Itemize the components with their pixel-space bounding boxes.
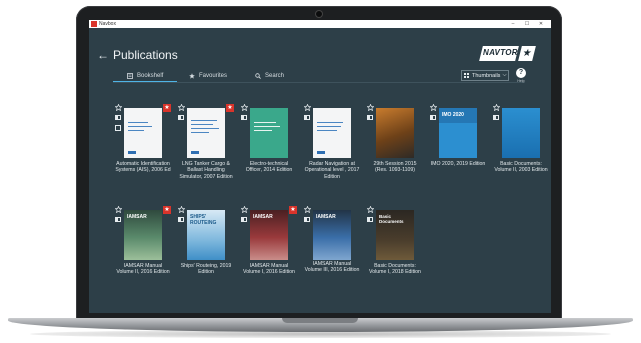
tab-label: Favourites	[199, 73, 228, 79]
app-icon	[91, 21, 97, 27]
tab-label: Bookshelf	[137, 73, 164, 79]
tab-search[interactable]: Search	[255, 70, 284, 82]
open-book-icon[interactable]	[493, 115, 499, 120]
book-cover[interactable]: Basic Documents	[376, 210, 414, 260]
book-caption: Basic Documents: Volume II, 2003 Edition	[494, 161, 548, 174]
copy-icon[interactable]	[115, 125, 121, 131]
book-cover[interactable]	[313, 108, 351, 158]
close-button[interactable]: ✕	[535, 20, 547, 28]
star-outline-icon[interactable]	[115, 206, 122, 213]
book-caption: IAMSAR Manual Volume II, 2016 Edition	[116, 263, 170, 276]
search-icon	[255, 73, 261, 79]
maximize-button[interactable]: ☐	[521, 20, 533, 28]
logo-text: NAVTOR	[483, 48, 518, 57]
book-cover[interactable]: IAMSAR	[313, 210, 351, 260]
open-book-icon[interactable]	[367, 115, 373, 120]
book-cover[interactable]: SHIPS' ROUTEING	[187, 210, 225, 260]
book-caption: IAMSAR Manual Volume I, 2016 Edition	[243, 263, 295, 276]
star-outline-icon[interactable]	[367, 206, 374, 213]
help-icon[interactable]: ?	[516, 68, 526, 78]
webcam	[316, 11, 322, 17]
logo-star-icon: ★	[518, 46, 536, 61]
star-outline-icon[interactable]	[178, 104, 185, 111]
book-cover[interactable]	[250, 108, 288, 158]
star-outline-icon[interactable]	[304, 206, 311, 213]
laptop-notch	[282, 318, 358, 323]
open-book-icon[interactable]	[178, 217, 184, 222]
star-outline-icon[interactable]	[430, 104, 437, 111]
book-cover[interactable]	[376, 108, 414, 158]
back-arrow-icon[interactable]: ←	[97, 48, 109, 62]
minimize-button[interactable]: –	[507, 20, 519, 28]
book-caption: Basic Documents: Volume I, 2018 Edition	[369, 263, 421, 276]
book-cover[interactable]: IMO 2020	[439, 108, 477, 158]
open-book-icon[interactable]	[430, 115, 436, 120]
star-outline-icon[interactable]	[241, 104, 248, 111]
star-outline-icon[interactable]	[178, 206, 185, 213]
book-caption: LNG Tanker Cargo & Ballast Handling Simu…	[179, 161, 233, 180]
cover-title: IAMSAR	[127, 214, 147, 220]
navtor-logo: NAVTOR ★	[479, 46, 536, 61]
view-mode-select[interactable]: Thumbnails ⌵	[461, 70, 509, 81]
open-book-icon[interactable]	[241, 217, 247, 222]
page-title: Publications	[113, 48, 178, 62]
title-bar: Navbox – ☐ ✕	[89, 20, 551, 28]
tab-label: Search	[265, 73, 285, 79]
open-book-icon[interactable]	[115, 115, 121, 120]
star-outline-icon[interactable]	[241, 206, 248, 213]
cover-title: Basic Documents	[379, 214, 404, 224]
book-icon	[127, 73, 133, 79]
book-caption: Electro-technical Officer, 2014 Edition	[245, 161, 293, 174]
open-book-icon[interactable]	[304, 115, 310, 120]
open-book-icon[interactable]	[241, 115, 247, 120]
star-outline-icon[interactable]	[493, 104, 500, 111]
cover-title: IMO 2020	[442, 112, 464, 118]
star-outline-icon[interactable]	[115, 104, 122, 111]
open-book-icon[interactable]	[367, 217, 373, 222]
book-caption: IMO 2020, 2019 Edition	[430, 161, 486, 167]
favourite-badge: ★	[163, 206, 171, 214]
book-caption: 29th Session 2015 (Res. 1093-1109)	[373, 161, 417, 174]
open-book-icon[interactable]	[178, 115, 184, 120]
favourite-badge: ★	[289, 206, 297, 214]
book-cover[interactable]	[187, 108, 225, 158]
book-caption: IAMSAR Manual Volume III, 2016 Edition	[304, 261, 360, 274]
tab-divider	[113, 82, 525, 83]
grid-icon	[464, 73, 470, 78]
cover-title: IAMSAR	[253, 214, 273, 220]
favourite-badge: ★	[163, 104, 171, 112]
app-window: Navbox – ☐ ✕ ← Publications NAVTOR ★ Boo…	[89, 20, 551, 313]
book-caption: Ships' Routeing, 2019 Edition	[180, 263, 232, 276]
book-cover[interactable]: IAMSAR	[124, 210, 162, 260]
star-outline-icon[interactable]	[304, 104, 311, 111]
book-cover[interactable]	[502, 108, 540, 158]
book-caption: Radar Navigation at Operational level , …	[304, 161, 360, 180]
favourite-badge: ★	[226, 104, 234, 112]
star-outline-icon[interactable]	[367, 104, 374, 111]
open-book-icon[interactable]	[304, 217, 310, 222]
app-name: Navbox	[99, 21, 116, 27]
cover-title: IAMSAR	[316, 214, 336, 220]
book-cover[interactable]: IAMSAR	[250, 210, 288, 260]
help-label: Help	[517, 79, 525, 83]
chevron-down-icon: ⌵	[502, 72, 507, 78]
tab-favourites[interactable]: Favourites	[189, 70, 227, 82]
book-caption: Automatic Identification Systems (AIS), …	[115, 161, 171, 174]
book-cover[interactable]	[124, 108, 162, 158]
cover-title: SHIPS' ROUTEING	[190, 214, 217, 226]
view-mode-value: Thumbnails	[472, 72, 501, 79]
star-icon	[189, 73, 195, 79]
open-book-icon[interactable]	[115, 217, 121, 222]
